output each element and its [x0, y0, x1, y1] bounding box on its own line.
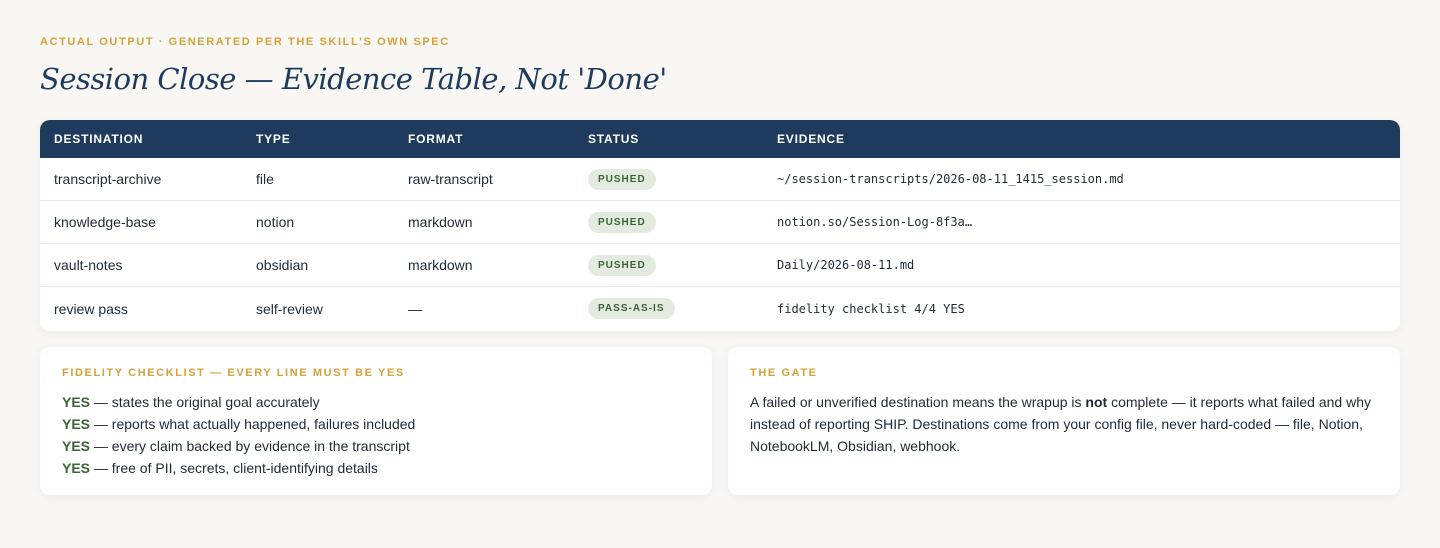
gate-description: A failed or unverified destination means… — [750, 391, 1378, 457]
yes-mark: YES — [62, 438, 91, 454]
cell-type: file — [256, 171, 274, 187]
status-badge: PUSHED — [588, 168, 656, 190]
status-badge: PUSHED — [588, 254, 656, 276]
cell-evidence: fidelity checklist 4/4 YES — [777, 301, 965, 316]
header-type: TYPE — [256, 132, 291, 146]
table-row: review pass self-review — PASS-AS-IS fid… — [40, 287, 1400, 330]
cell-evidence: ~/session-transcripts/2026-08-11_1415_se… — [777, 172, 1124, 186]
page-title: Session Close — Evidence Table, Not 'Don… — [40, 62, 667, 96]
yes-mark: YES — [62, 460, 91, 476]
status-badge: PASS-AS-IS — [588, 298, 675, 319]
header-status: STATUS — [588, 132, 640, 146]
cell-format: markdown — [408, 257, 473, 273]
yes-mark: YES — [62, 394, 91, 410]
checklist-item: YES — free of PII, secrets, client-ident… — [62, 457, 690, 479]
status-badge: PUSHED — [588, 211, 656, 233]
cell-type: obsidian — [256, 257, 309, 273]
fidelity-checklist-card: FIDELITY CHECKLIST — EVERY LINE MUST BE … — [40, 347, 712, 495]
header-evidence: EVIDENCE — [777, 132, 845, 146]
checklist-text: — every claim backed by evidence in the … — [90, 438, 410, 454]
cell-destination: vault-notes — [54, 257, 123, 273]
header-destination: DESTINATION — [54, 132, 144, 146]
cell-type: self-review — [256, 300, 323, 317]
checklist-text: — states the original goal accurately — [90, 394, 320, 410]
cell-evidence: Daily/2026-08-11.md — [777, 258, 915, 272]
cell-format: — — [408, 300, 422, 317]
cell-destination: review pass — [54, 300, 128, 317]
gate-title: THE GATE — [750, 367, 818, 379]
checklist-item: YES — states the original goal accuratel… — [62, 391, 690, 413]
checklist-text: — reports what actually happened, failur… — [90, 416, 416, 432]
checklist-text: — free of PII, secrets, client-identifyi… — [90, 460, 378, 476]
table-row: knowledge-base notion markdown PUSHED no… — [40, 201, 1400, 244]
cell-evidence: notion.so/Session-Log-8f3a… — [777, 215, 973, 229]
cell-status: PUSHED — [588, 168, 777, 190]
evidence-table: DESTINATION TYPE FORMAT STATUS EVIDENCE … — [40, 120, 1400, 331]
cell-destination: transcript-archive — [54, 171, 162, 187]
section-eyebrow: ACTUAL OUTPUT · GENERATED PER THE SKILL'… — [40, 36, 450, 48]
checklist-item: YES — reports what actually happened, fa… — [62, 413, 690, 435]
cell-type: notion — [256, 214, 295, 230]
checklist-item: YES — every claim backed by evidence in … — [62, 435, 690, 457]
header-format: FORMAT — [408, 132, 464, 146]
table-row: vault-notes obsidian markdown PUSHED Dai… — [40, 244, 1400, 287]
cell-status: PASS-AS-IS — [588, 298, 777, 319]
cell-format: markdown — [408, 214, 473, 230]
gate-card: THE GATE A failed or unverified destinat… — [728, 347, 1400, 495]
table-row: transcript-archive file raw-transcript P… — [40, 158, 1400, 201]
gate-text-part: A failed or unverified destination means… — [750, 394, 1086, 410]
checklist-title: FIDELITY CHECKLIST — EVERY LINE MUST BE … — [62, 367, 405, 379]
cell-status: PUSHED — [588, 211, 777, 233]
cell-format: raw-transcript — [408, 171, 493, 187]
cell-status: PUSHED — [588, 254, 777, 276]
yes-mark: YES — [62, 416, 91, 432]
cell-destination: knowledge-base — [54, 214, 156, 230]
table-header: DESTINATION TYPE FORMAT STATUS EVIDENCE — [40, 120, 1400, 158]
gate-text-emphasis: not — [1085, 394, 1108, 410]
